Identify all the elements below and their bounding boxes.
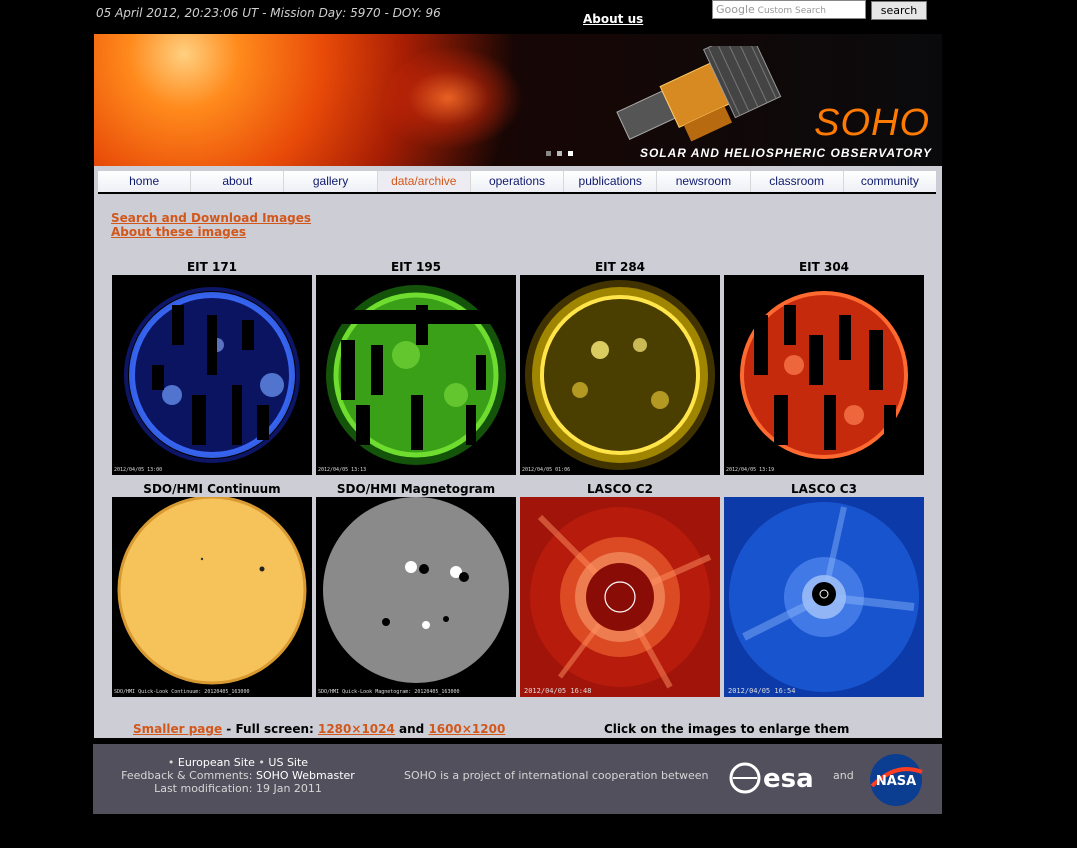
- nav-data-archive[interactable]: data/archive: [377, 171, 471, 192]
- lasco-c2-image[interactable]: 2012/04/05 16:48: [520, 497, 720, 697]
- image-lasco-c2: LASCO C2 2012/04/05 16:48: [520, 481, 720, 697]
- top-bar: 05 April 2012, 20:23:06 UT - Mission Day…: [0, 0, 1077, 33]
- soho-banner: SOHO SOLAR AND HELIOSPHERIC OBSERVATORY: [94, 34, 942, 166]
- image-timestamp: SDO/HMI Quick-Look Continuum: 20120405_1…: [114, 689, 250, 695]
- image-timestamp: 2012/04/05 16:48: [524, 687, 592, 695]
- nav-home[interactable]: home: [98, 171, 192, 192]
- image-title: SDO/HMI Continuum: [143, 482, 281, 496]
- main-nav: home about gallery data/archive operatio…: [98, 171, 936, 194]
- eit-195-image[interactable]: 2012/04/05 13:13: [316, 275, 516, 475]
- image-title: EIT 304: [798, 260, 850, 274]
- search-download-link[interactable]: Search and Download Images: [111, 211, 311, 225]
- eit-284-image[interactable]: 2012/04/05 01:06: [520, 275, 720, 475]
- nasa-wordmark: NASA: [876, 774, 916, 789]
- image-timestamp: 2012/04/05 13:19: [726, 467, 775, 473]
- image-title: EIT 171: [186, 260, 238, 274]
- soho-satellite-icon: [616, 46, 782, 142]
- last-modification: Last modification: 19 Jan 2011: [154, 782, 322, 795]
- image-eit-171: EIT 171 2012/04/05 13:00: [112, 259, 312, 475]
- cooperation-text: SOHO is a project of international coope…: [404, 769, 709, 782]
- smaller-page-link[interactable]: Smaller page: [133, 722, 222, 736]
- nav-publications[interactable]: publications: [564, 171, 658, 192]
- search-placeholder: Custom Search: [757, 6, 826, 16]
- about-images-link[interactable]: About these images: [111, 225, 311, 239]
- and-label: and: [394, 722, 429, 736]
- footer-links: • European Site • US Site Feedback & Com…: [93, 756, 383, 795]
- full-screen-label: - Full screen:: [222, 722, 318, 736]
- nav-gallery[interactable]: gallery: [284, 171, 378, 192]
- sdo-hmi-magnetogram-image[interactable]: SDO/HMI Quick-Look Magnetogram: 20120405…: [316, 497, 516, 697]
- mission-datetime: 05 April 2012, 20:23:06 UT - Mission Day…: [96, 6, 441, 20]
- res-1280-link[interactable]: 1280×1024: [318, 722, 395, 736]
- footer: • European Site • US Site Feedback & Com…: [93, 744, 942, 814]
- eit-171-image[interactable]: 2012/04/05 13:00: [112, 275, 312, 475]
- nav-community[interactable]: community: [843, 171, 936, 192]
- nav-operations[interactable]: operations: [470, 171, 565, 192]
- esa-logo[interactable]: esa: [729, 758, 824, 798]
- image-sdo-hmi-magnetogram: SDO/HMI Magnetogram SDO/HMI Quick-Look M…: [316, 481, 516, 697]
- about-us-link[interactable]: About us: [583, 12, 643, 26]
- screen-size-options: Smaller page - Full screen: 1280×1024 an…: [133, 722, 505, 736]
- us-site-link[interactable]: US Site: [268, 756, 308, 769]
- image-eit-284: EIT 284 2012/04/05 01:06: [520, 259, 720, 475]
- and-text: and: [833, 769, 854, 782]
- search-input[interactable]: Google Custom Search: [712, 0, 866, 19]
- image-lasco-c3: LASCO C3 2012/04/05 16:54: [724, 481, 924, 697]
- european-site-link[interactable]: European Site: [178, 756, 255, 769]
- feedback-label: Feedback & Comments:: [121, 769, 256, 782]
- image-timestamp: 2012/04/05 13:13: [318, 467, 367, 473]
- lasco-c3-image[interactable]: 2012/04/05 16:54: [724, 497, 924, 697]
- image-title: SDO/HMI Magnetogram: [336, 482, 496, 496]
- res-1600-link[interactable]: 1600×1200: [428, 722, 505, 736]
- google-logo: Google: [716, 3, 755, 16]
- nav-about[interactable]: about: [191, 171, 285, 192]
- enlarge-hint: Click on the images to enlarge them: [604, 722, 850, 736]
- image-timestamp: 2012/04/05 13:00: [114, 467, 163, 473]
- nav-newsroom[interactable]: newsroom: [657, 171, 751, 192]
- image-timestamp: SDO/HMI Quick-Look Magnetogram: 20120405…: [318, 689, 460, 695]
- search-button[interactable]: search: [871, 1, 927, 20]
- image-timestamp: 2012/04/05 01:06: [522, 467, 571, 473]
- esa-wordmark: esa: [763, 764, 814, 794]
- image-eit-195: EIT 195 2012/04/05 13:13: [316, 259, 516, 475]
- image-eit-304: EIT 304 2012/04/05 13:19: [724, 259, 924, 475]
- bullet: •: [167, 756, 175, 769]
- soho-subtitle: SOLAR AND HELIOSPHERIC OBSERVATORY: [639, 146, 932, 160]
- bullet: •: [258, 756, 265, 769]
- soho-logo: SOHO: [814, 102, 930, 144]
- image-timestamp: 2012/04/05 16:54: [728, 687, 796, 695]
- sdo-hmi-continuum-image[interactable]: SDO/HMI Quick-Look Continuum: 20120405_1…: [112, 497, 312, 697]
- image-title: LASCO C2: [587, 482, 653, 496]
- image-title: LASCO C3: [791, 482, 857, 496]
- eit-304-image[interactable]: 2012/04/05 13:19: [724, 275, 924, 475]
- webmaster-link[interactable]: SOHO Webmaster: [256, 769, 355, 782]
- image-title: EIT 284: [594, 260, 646, 274]
- image-title: EIT 195: [390, 260, 442, 274]
- nasa-logo[interactable]: NASA: [868, 752, 924, 808]
- banner-dots-icon: [546, 151, 573, 156]
- nav-classroom[interactable]: classroom: [750, 171, 844, 192]
- image-sdo-hmi-continuum: SDO/HMI Continuum SDO/HMI Quick-Look Con…: [112, 481, 312, 697]
- archive-links: Search and Download Images About these i…: [111, 211, 311, 239]
- solar-prominence: [384, 44, 544, 164]
